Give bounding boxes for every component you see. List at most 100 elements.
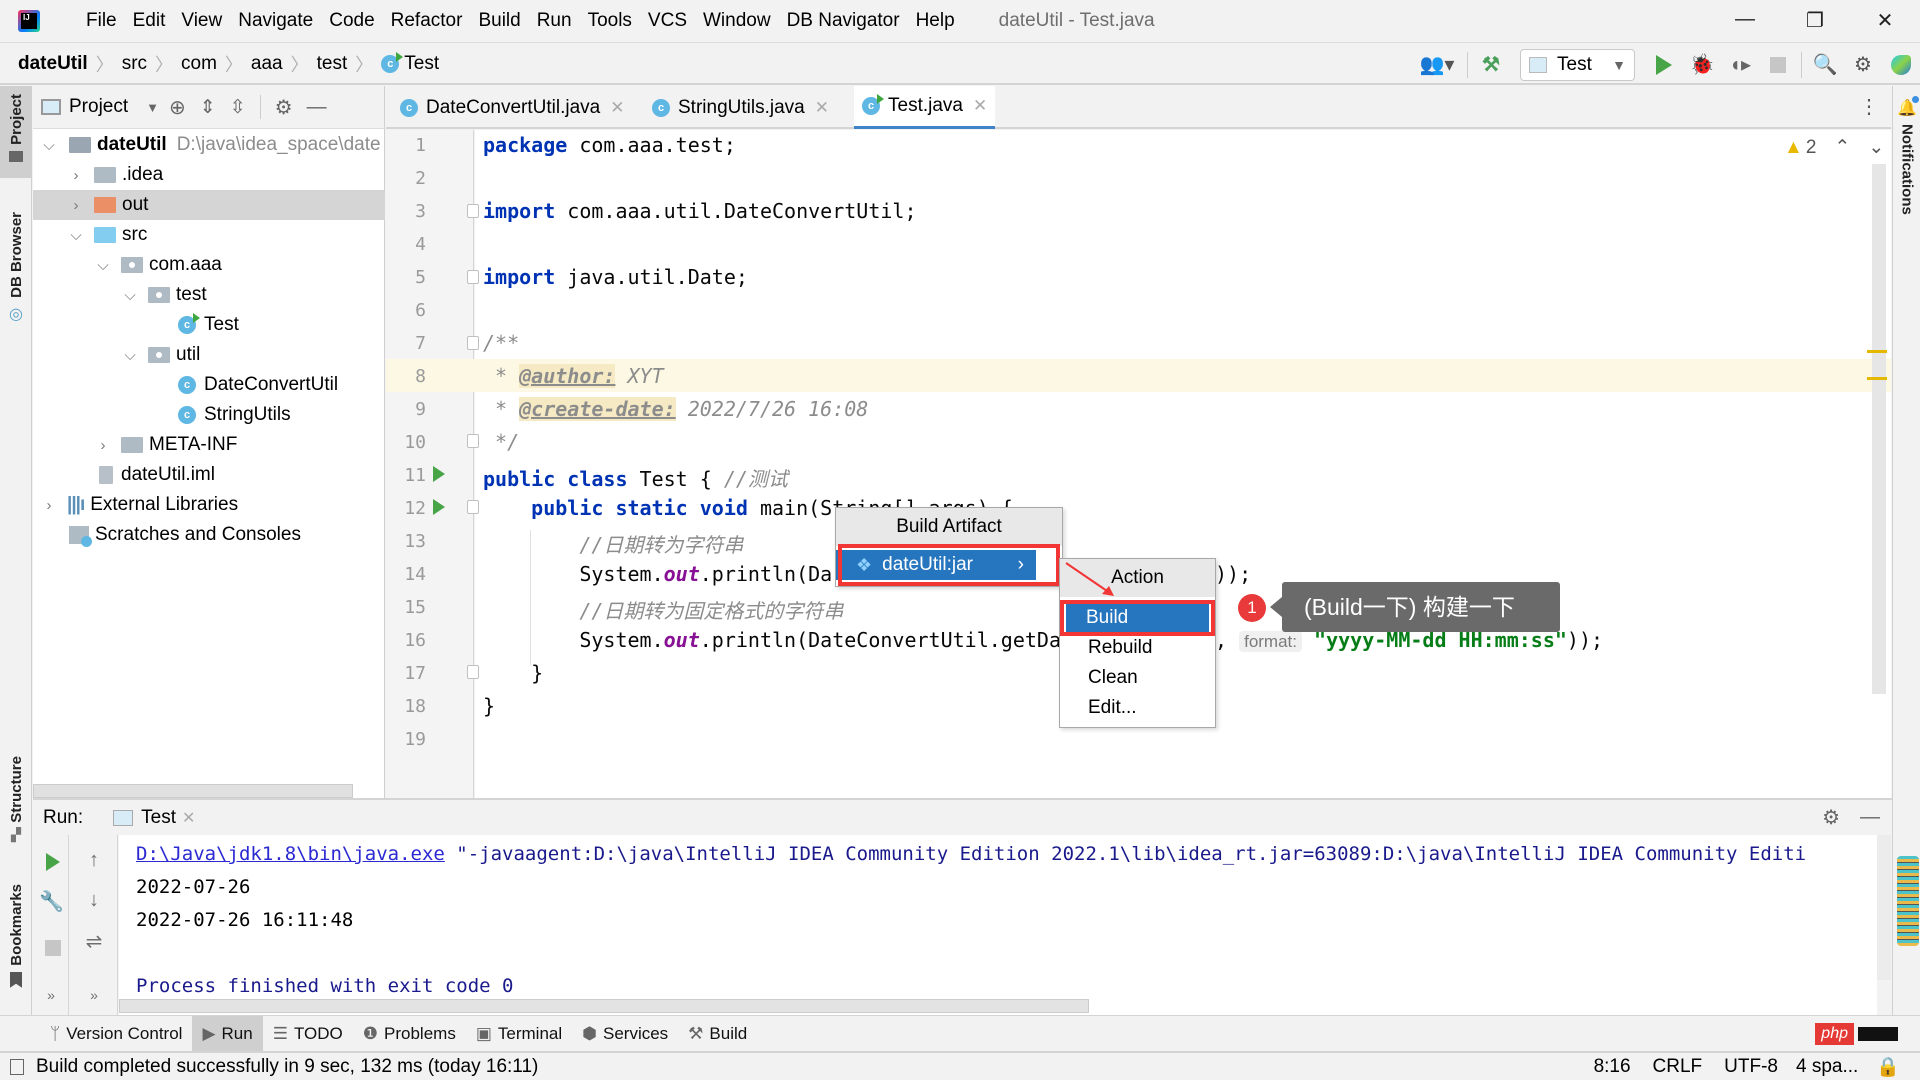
tool-window-project[interactable]: Project <box>0 86 32 178</box>
settings-icon[interactable]: ⚙ <box>1850 52 1876 78</box>
stop-icon[interactable] <box>1765 52 1791 78</box>
menu-file[interactable]: File <box>86 10 117 32</box>
menu-run[interactable]: Run <box>537 10 572 32</box>
console-horizontal-scrollbar[interactable] <box>119 999 1089 1013</box>
settings-icon[interactable]: ⚙ <box>1822 805 1840 830</box>
tree-item-com-aaa[interactable]: ⌵ com.aaa <box>33 250 385 280</box>
warning-marker[interactable] <box>1867 350 1887 353</box>
fold-icon[interactable] <box>467 434 479 448</box>
tool-tab-terminal[interactable]: ▣ Terminal <box>466 1016 572 1052</box>
menu-navigate[interactable]: Navigate <box>238 10 313 32</box>
run-icon[interactable] <box>1651 52 1677 78</box>
maximize-button[interactable]: ❐ <box>1795 8 1835 33</box>
menu-view[interactable]: View <box>181 10 222 32</box>
tool-tab-todo[interactable]: ☰ TODO <box>263 1016 353 1052</box>
fold-icon[interactable] <box>467 336 479 350</box>
fold-icon[interactable] <box>467 500 479 514</box>
vcs-user-icon[interactable]: 👥▾ <box>1417 52 1457 78</box>
expand-all-icon[interactable]: ⇕ <box>200 96 216 119</box>
wrench-icon[interactable]: 🔧 <box>39 889 64 913</box>
tree-item-util-package[interactable]: ⌵ util <box>33 340 385 370</box>
breadcrumb-item[interactable]: com <box>181 53 217 75</box>
tree-item-external-libraries[interactable]: › |||ı External Libraries <box>33 490 385 520</box>
chevron-right-icon[interactable]: › <box>41 497 57 514</box>
fold-icon[interactable] <box>467 204 479 218</box>
breadcrumb-item[interactable]: aaa <box>251 53 283 75</box>
close-tab-icon[interactable]: ✕ <box>973 96 987 116</box>
tool-tab-run[interactable]: ▶ Run <box>192 1015 263 1052</box>
tool-tab-services[interactable]: ⬢ Services <box>572 1016 678 1052</box>
file-encoding[interactable]: UTF-8 <box>1724 1056 1778 1078</box>
horizontal-scrollbar[interactable] <box>33 784 353 798</box>
run-tab-test[interactable]: Test <box>141 807 176 829</box>
editor-scrollbar[interactable] <box>1872 164 1886 694</box>
tree-item-scratches[interactable]: Scratches and Consoles <box>33 520 385 550</box>
menu-refactor[interactable]: Refactor <box>391 10 463 32</box>
memory-indicator[interactable] <box>1897 856 1919 946</box>
tool-window-bookmarks[interactable]: Bookmarks <box>0 884 32 988</box>
tab-test[interactable]: c Test.java ✕ <box>854 86 996 129</box>
menu-db-navigator[interactable]: DB Navigator <box>787 10 900 32</box>
scroll-up-icon[interactable]: ↑ <box>82 849 106 873</box>
project-view-select[interactable]: Project <box>69 96 128 118</box>
menu-tools[interactable]: Tools <box>588 10 632 32</box>
indent-settings[interactable]: 4 spa... <box>1796 1056 1858 1078</box>
menu-build[interactable]: Build <box>478 10 520 32</box>
breadcrumb-item[interactable]: test <box>317 53 348 75</box>
chevron-down-icon[interactable]: ⌵ <box>122 347 138 364</box>
soft-wrap-icon[interactable]: ⇌ <box>82 929 106 953</box>
chevron-down-icon[interactable]: ⌵ <box>95 257 111 274</box>
fold-icon[interactable] <box>467 270 479 284</box>
hide-panel-icon[interactable]: — <box>307 96 327 119</box>
tree-item-idea[interactable]: › .idea <box>33 160 385 190</box>
more-actions-icon[interactable]: » <box>82 987 106 1011</box>
debug-icon[interactable]: 🐞 <box>1689 52 1715 78</box>
rerun-icon[interactable] <box>41 851 65 875</box>
chevron-right-icon[interactable]: › <box>95 437 111 454</box>
tree-item-meta-inf[interactable]: › META-INF <box>33 430 385 460</box>
console-vertical-scrollbar[interactable] <box>1877 835 1891 980</box>
status-message[interactable]: Build completed successfully in 9 sec, 1… <box>36 1056 538 1078</box>
settings-icon[interactable]: ⚙ <box>275 95 293 120</box>
more-options-icon[interactable]: ⋮ <box>1859 94 1879 119</box>
menu-code[interactable]: Code <box>329 10 374 32</box>
tree-item-src[interactable]: ⌵ src <box>33 220 385 250</box>
chevron-down-icon[interactable]: ⌵ <box>68 227 84 244</box>
menu-vcs[interactable]: VCS <box>648 10 687 32</box>
run-configuration-select[interactable]: Test ▼ <box>1520 48 1635 81</box>
chevron-down-icon[interactable]: ▼ <box>146 100 159 115</box>
previous-highlight-icon[interactable]: ⌃ <box>1834 136 1850 159</box>
minimize-button[interactable]: — <box>1725 8 1765 31</box>
coverage-icon[interactable]: ◖▸ <box>1727 52 1753 78</box>
action-clean[interactable]: Clean <box>1060 663 1215 693</box>
tree-item-test-class[interactable]: c Test <box>33 310 385 340</box>
close-tab-icon[interactable]: ✕ <box>610 98 624 118</box>
tool-tab-build[interactable]: ⚒ Build <box>678 1016 757 1052</box>
action-rebuild[interactable]: Rebuild <box>1060 633 1215 663</box>
tool-window-db-browser[interactable]: DB Browser ◎ <box>0 212 32 324</box>
chevron-right-icon[interactable]: › <box>68 197 84 214</box>
tree-item-test-package[interactable]: ⌵ test <box>33 280 385 310</box>
breadcrumb-item[interactable]: src <box>122 53 147 75</box>
search-icon[interactable]: 🔍 <box>1812 52 1838 78</box>
next-highlight-icon[interactable]: ⌄ <box>1868 136 1884 159</box>
chevron-down-icon[interactable]: ⌵ <box>122 287 138 304</box>
locate-file-icon[interactable]: ⊕ <box>169 95 186 120</box>
tree-item-stringutils[interactable]: c StringUtils <box>33 400 385 430</box>
lock-icon[interactable]: 🔒 <box>1876 1055 1900 1079</box>
caret-position[interactable]: 8:16 <box>1594 1056 1631 1078</box>
toolbox-icon[interactable] <box>1888 52 1914 78</box>
warning-marker[interactable] <box>1867 377 1887 380</box>
tool-tab-version-control[interactable]: ᛘ Version Control <box>40 1016 192 1052</box>
stop-icon[interactable] <box>41 937 65 961</box>
status-panel-icon[interactable] <box>10 1058 24 1075</box>
collapse-all-icon[interactable]: ⇳ <box>230 96 246 119</box>
tool-window-structure[interactable]: Structure ▞ <box>0 756 32 843</box>
tree-item-out[interactable]: › out <box>33 190 385 220</box>
tab-stringutils[interactable]: c StringUtils.java ✕ <box>652 86 829 129</box>
menu-window[interactable]: Window <box>703 10 771 32</box>
tool-window-notifications[interactable]: 🔔 Notifications <box>1893 96 1920 215</box>
inspection-widget[interactable]: ▲ 2 ⌃ ⌄ <box>1784 136 1884 159</box>
menu-edit[interactable]: Edit <box>133 10 166 32</box>
scroll-down-icon[interactable]: ↓ <box>82 889 106 913</box>
